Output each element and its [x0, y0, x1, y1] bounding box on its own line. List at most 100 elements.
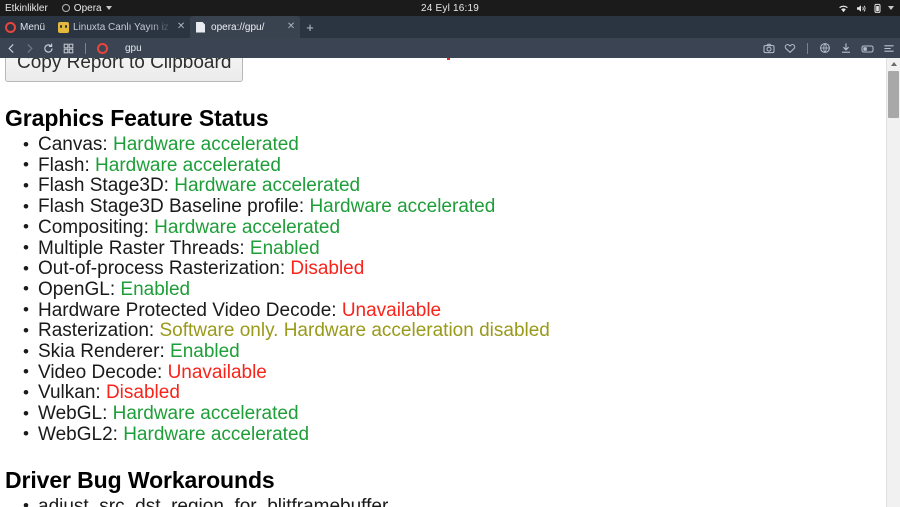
tab-linuxta-canli-yayin[interactable]: Linuxta Canlı Yayın iz ✕ — [52, 16, 190, 38]
opera-menu-button[interactable]: Menü — [0, 16, 52, 38]
gnome-top-bar-left: Etkinlikler Opera — [0, 3, 112, 14]
feature-name: Canvas: — [38, 134, 113, 155]
feature-status: Software only. Hardware acceleration dis… — [159, 320, 550, 342]
battery-icon — [874, 3, 881, 13]
feature-status: Enabled — [249, 237, 320, 259]
feature-status: Hardware accelerated — [154, 216, 341, 238]
tab-close-icon[interactable]: ✕ — [286, 22, 296, 32]
easy-setup-icon[interactable] — [883, 43, 895, 54]
feature-status: Enabled — [120, 278, 191, 300]
list-item: Flash Stage3D: Hardware accelerated — [5, 175, 886, 197]
list-item: Compositing: Hardware accelerated — [5, 216, 886, 238]
feature-name: Hardware Protected Video Decode: — [38, 299, 342, 321]
feature-name: Vulkan: — [38, 382, 106, 404]
feature-status: Hardware accelerated — [174, 175, 361, 197]
list-item: Flash Stage3D Baseline profile: Hardware… — [5, 196, 886, 218]
section-heading-graphics-feature-status: Graphics Feature Status — [5, 105, 269, 131]
graphics-feature-status-list: Canvas: Hardware accelerated Flash: Hard… — [5, 134, 886, 445]
feature-status: Unavailable — [167, 361, 267, 383]
driver-bug-workarounds-list: adjust_src_dst_region_for_blitframebuffe… — [5, 495, 886, 507]
twitch-icon — [58, 21, 70, 33]
tab-title: opera://gpu/ — [211, 21, 265, 33]
list-item: Skia Renderer: Enabled — [5, 341, 886, 363]
feature-status: Enabled — [170, 341, 240, 363]
opera-logo-icon — [97, 42, 108, 54]
back-icon[interactable] — [7, 43, 16, 54]
feature-name: WebGL: — [38, 403, 113, 425]
forward-icon — [25, 43, 34, 54]
downloads-icon[interactable] — [840, 42, 852, 54]
opera-logo-icon — [5, 21, 16, 33]
browser-tab-strip: Menü Linuxta Canlı Yayın iz ✕ opera://gp… — [0, 16, 900, 48]
scroll-up-arrow-icon[interactable] — [887, 58, 900, 70]
tab-close-icon[interactable]: ✕ — [176, 22, 186, 32]
list-item: Multiple Raster Threads: Enabled — [5, 237, 886, 259]
list-item: WebGL: Hardware accelerated — [5, 403, 886, 425]
page-viewport: Copy Report to Clipboard Graphics Featur… — [0, 58, 900, 507]
volume-icon — [856, 4, 867, 13]
list-item: Rasterization: Software only. Hardware a… — [5, 320, 886, 342]
list-item: Hardware Protected Video Decode: Unavail… — [5, 299, 886, 321]
list-item: Flash: Hardware accelerated — [5, 154, 886, 176]
list-item: Out-of-process Rasterization: Disabled — [5, 258, 886, 280]
tab-opera-gpu[interactable]: opera://gpu/ ✕ — [190, 16, 301, 38]
feature-name: WebGL2: — [38, 423, 124, 445]
feature-name: Multiple Raster Threads: — [38, 237, 250, 259]
chevron-down-icon — [888, 6, 894, 10]
opera-menu-label: Menü — [20, 21, 46, 33]
document-icon — [196, 21, 207, 33]
feature-name: Flash Stage3D: — [38, 175, 175, 197]
feature-name: Compositing: — [38, 216, 155, 238]
copy-report-to-clipboard-button[interactable]: Copy Report to Clipboard — [5, 58, 244, 82]
report-content: Graphics Feature Status Canvas: Hardware… — [0, 105, 886, 507]
list-item: OpenGL: Enabled — [5, 278, 886, 300]
feature-name: Flash: — [38, 154, 96, 176]
tab-title: Linuxta Canlı Yayın iz — [73, 21, 169, 33]
section-heading-driver-bug-workarounds: Driver Bug Workarounds — [5, 466, 275, 493]
wifi-icon — [838, 4, 849, 13]
feature-status: Hardware accelerated — [112, 134, 299, 155]
reload-icon[interactable] — [43, 43, 54, 54]
workaround-name: adjust_src_dst_region_for_blitframebuffe… — [38, 495, 389, 507]
chevron-down-icon — [105, 6, 112, 10]
address-bar: gpu — [0, 38, 900, 58]
feature-name: Flash Stage3D Baseline profile: — [38, 196, 310, 218]
feature-status: Hardware accelerated — [309, 196, 496, 218]
app-menu-button[interactable]: Opera — [61, 2, 112, 14]
feature-status: Unavailable — [341, 299, 442, 321]
feature-name: Skia Renderer: — [38, 341, 171, 363]
address-bar-actions — [763, 38, 895, 58]
new-tab-button[interactable]: + — [300, 16, 320, 38]
system-tray[interactable] — [838, 0, 894, 16]
toolbar-divider — [85, 42, 86, 54]
feature-status: Disabled — [290, 258, 365, 280]
clock[interactable]: 24 Eyl 16:19 — [0, 3, 900, 14]
speed-dial-icon[interactable] — [63, 43, 74, 54]
list-item: WebGL2: Hardware accelerated — [5, 423, 886, 445]
list-item: Canvas: Hardware accelerated — [5, 134, 886, 155]
toolbar-divider — [807, 42, 808, 54]
scrolled-clipped-marker — [447, 58, 450, 60]
screen: Etkinlikler Opera 24 Eyl 16:19 Menü Linu… — [0, 0, 900, 507]
list-item: Vulkan: Disabled — [5, 382, 886, 404]
feature-status: Hardware accelerated — [95, 154, 281, 176]
opera-logo-icon — [61, 4, 70, 12]
gnome-top-bar: Etkinlikler Opera 24 Eyl 16:19 — [0, 0, 900, 16]
vpn-icon[interactable] — [819, 42, 831, 54]
snapshot-icon[interactable] — [763, 43, 775, 54]
url-input[interactable]: gpu — [125, 43, 142, 54]
feature-status: Hardware accelerated — [112, 403, 299, 425]
tab-preview-icon[interactable] — [861, 43, 874, 54]
feature-name: Rasterization: — [38, 320, 160, 342]
scrollbar-thumb[interactable] — [888, 71, 899, 118]
activities-button[interactable]: Etkinlikler — [5, 3, 48, 14]
list-item: adjust_src_dst_region_for_blitframebuffe… — [5, 495, 886, 507]
heart-icon[interactable] — [784, 43, 796, 54]
app-menu-label: Opera — [73, 2, 102, 14]
feature-name: OpenGL: — [38, 278, 121, 300]
feature-name: Out-of-process Rasterization: — [38, 258, 291, 280]
list-item: Video Decode: Unavailable — [5, 361, 886, 383]
page-scrollbar[interactable] — [886, 58, 900, 507]
feature-name: Video Decode: — [38, 361, 168, 383]
